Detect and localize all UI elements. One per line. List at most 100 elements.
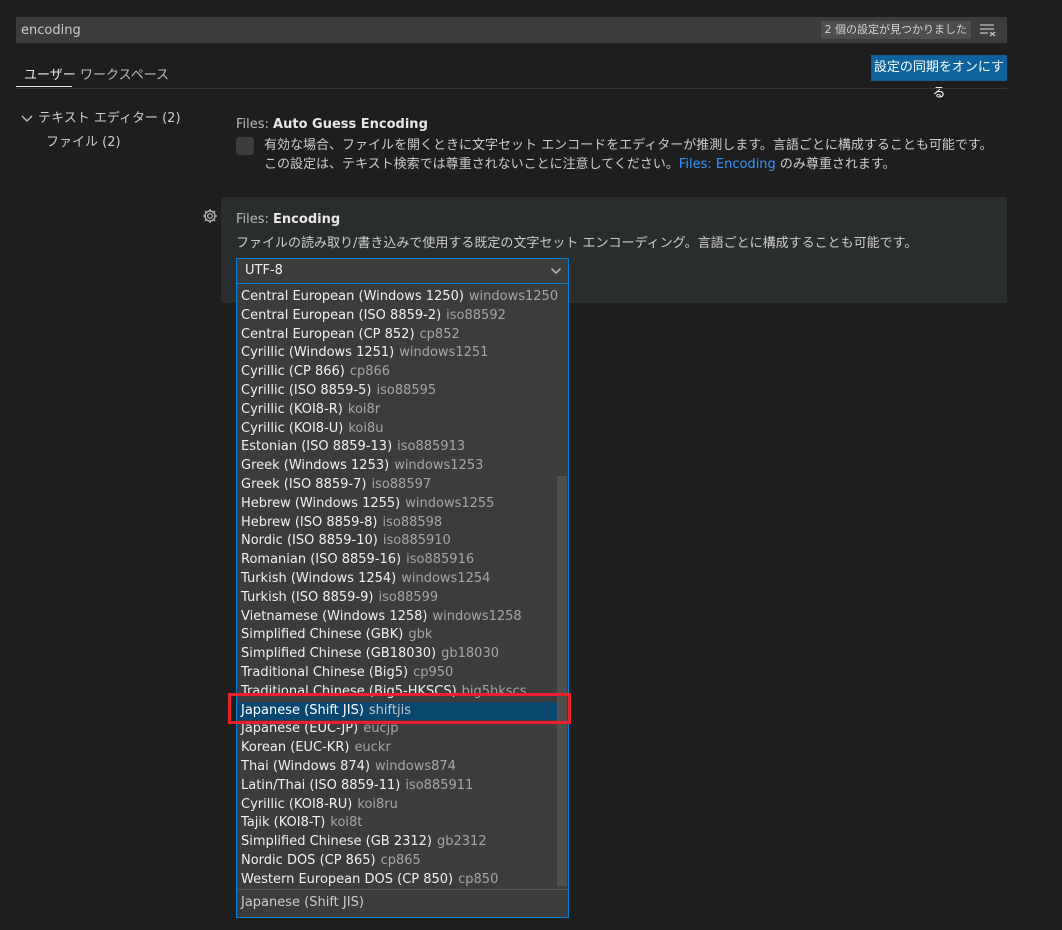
active-tab-indicator [16,86,72,87]
dropdown-option[interactable]: Western European DOS (CP 850) cp850 [237,871,559,889]
dropdown-option[interactable]: Romanian (ISO 8859-16) iso885916 [237,551,559,570]
dropdown-option[interactable]: Vietnamese (Windows 1258) windows1258 [237,608,559,627]
option-label: Central European (ISO 8859-2) [241,307,442,323]
option-alias: iso88592 [446,307,506,323]
option-label: Central European (CP 852) [241,326,415,342]
option-alias: koi8t [330,815,363,831]
dropdown-option[interactable]: Simplified Chinese (GBK) gbk [237,626,559,645]
dropdown-option[interactable]: Estonian (ISO 8859-13) iso885913 [237,438,559,457]
option-alias: iso885910 [382,533,451,549]
dropdown-option[interactable]: Cyrillic (CP 866) cp866 [237,363,559,382]
dropdown-option[interactable]: Simplified Chinese (GB 2312) gb2312 [237,833,559,852]
setting-category: Files: [236,212,274,227]
option-alias: big5hkscs [461,683,527,699]
option-alias: windows1253 [394,458,484,474]
option-label: Traditional Chinese (Big5) [241,665,409,680]
option-label: Japanese (Shift JIS) [241,702,364,718]
option-label: Cyrillic (KOI8-RU) [241,796,353,812]
option-label: Cyrillic (Windows 1251) [241,345,395,361]
dropdown-option[interactable]: Thai (Windows 874) windows874 [237,758,559,777]
encoding-select[interactable]: UTF-8 [236,258,569,284]
option-label: Cyrillic (ISO 8859-5) [241,383,372,398]
turn-on-settings-sync-button[interactable]: 設定の同期をオンにする [871,55,1007,101]
option-alias: iso88599 [378,589,439,605]
setting-category: Files: [236,117,274,132]
dropdown-option[interactable]: Nordic (ISO 8859-10) iso885910 [237,532,559,551]
tab-user[interactable]: ユーザー [24,64,76,83]
option-label: Western European DOS (CP 850) [241,871,454,887]
dropdown-option[interactable]: Cyrillic (ISO 8859-5) iso88595 [237,382,559,401]
option-alias: koi8ru [357,796,398,812]
dropdown-option[interactable]: Traditional Chinese (Big5-HKSCS) big5hksc… [237,683,559,702]
dropdown-option[interactable]: Central European (CP 852) cp852 [237,326,559,345]
dropdown-option[interactable]: Japanese (EUC-JP) eucjp [237,720,559,739]
dropdown-option[interactable]: Cyrillic (Windows 1251) windows1251 [237,344,559,363]
option-alias: shiftjis [368,702,411,718]
option-label: Romanian (ISO 8859-16) [241,552,402,568]
option-label: Nordic DOS (CP 865) [241,853,376,868]
dropdown-option[interactable]: Latin/Thai (ISO 8859-11) iso885911 [237,777,559,796]
option-alias: windows874 [375,759,456,774]
option-label: Simplified Chinese (GB 2312) [241,834,432,850]
dropdown-option[interactable]: Greek (ISO 8859-7) iso88597 [237,476,559,495]
toc-group-text-editor[interactable]: テキスト エディター (2) [20,107,181,126]
option-alias: gb18030 [441,646,499,662]
option-alias: windows1255 [405,495,495,511]
option-label: Traditional Chinese (Big5-HKSCS) [241,683,457,699]
option-alias: iso88598 [382,514,443,530]
option-alias: eucjp [363,721,399,737]
toc-group-label: テキスト エディター (2) [38,111,181,126]
dropdown-option[interactable]: Turkish (Windows 1254) windows1254 [237,570,559,589]
dropdown-option[interactable]: Hebrew (Windows 1255) windows1255 [237,495,559,514]
dropdown-option[interactable]: Cyrillic (KOI8-U) koi8u [237,420,559,439]
option-alias: windows1258 [432,608,522,624]
option-label: Korean (EUC-KR) [241,740,350,756]
encoding-select-value: UTF-8 [245,263,283,278]
option-label: Greek (Windows 1253) [241,458,390,474]
chevron-down-icon [550,265,562,281]
dropdown-option[interactable]: Hebrew (ISO 8859-8) iso88598 [237,514,559,533]
gear-icon[interactable] [202,208,218,224]
dropdown-option[interactable]: Korean (EUC-KR) euckr [237,739,559,758]
option-alias: gbk [408,627,433,643]
setting-title-encoding: Files: Encoding [236,212,340,227]
option-alias: cp852 [419,326,460,342]
dropdown-option[interactable]: Tajik (KOI8-T) koi8t [237,814,559,833]
option-label: Tajik (KOI8-T) [241,815,326,831]
dropdown-option[interactable]: Greek (Windows 1253) windows1253 [237,457,559,476]
option-alias: koi8u [348,420,384,436]
setting-name: Auto Guess Encoding [273,117,428,132]
dropdown-scrollbar-thumb[interactable] [557,476,567,886]
files-encoding-link[interactable]: Files: Encoding [679,157,776,172]
option-alias: iso88597 [371,477,432,492]
option-label: Greek (ISO 8859-7) [241,477,367,492]
toc-item-files[interactable]: ファイル (2) [46,131,121,150]
option-label: Hebrew (Windows 1255) [241,495,401,511]
option-alias: iso88595 [376,383,437,398]
search-input[interactable] [16,17,826,43]
option-label: Thai (Windows 874) [241,759,371,774]
dropdown-option[interactable]: Japanese (Shift JIS) shiftjis [237,701,559,721]
settings-search-bar: 2 個の設定が見つかりました [16,17,1007,43]
dropdown-option[interactable]: Cyrillic (KOI8-RU) koi8ru [237,796,559,815]
tab-workspace[interactable]: ワークスペース [80,64,169,83]
dropdown-description-footer: Japanese (Shift JIS) [237,889,568,917]
option-label: Estonian (ISO 8859-13) [241,439,393,455]
option-alias: windows1251 [399,345,489,361]
dropdown-option[interactable]: Central European (Windows 1250) windows12… [237,288,559,307]
option-label: Simplified Chinese (GBK) [241,627,404,643]
dropdown-option[interactable]: Nordic DOS (CP 865) cp865 [237,852,559,871]
dropdown-option[interactable]: Cyrillic (KOI8-R) koi8r [237,401,559,420]
clear-filter-icon[interactable] [979,23,997,37]
encoding-dropdown-list: Central European (Windows 1250) windows12… [236,284,569,918]
dropdown-option[interactable]: Simplified Chinese (GB18030) gb18030 [237,645,559,664]
dropdown-option[interactable]: Turkish (ISO 8859-9) iso88599 [237,589,559,608]
option-label: Japanese (EUC-JP) [241,721,359,737]
setting-description-auto-guess-encoding: 有効な場合、ファイルを開くときに文字セット エンコードをエディターが推測します。… [264,136,994,174]
dropdown-option[interactable]: Traditional Chinese (Big5) cp950 [237,664,559,683]
option-alias: iso885916 [406,552,475,568]
setting-name: Encoding [273,212,341,227]
auto-guess-encoding-checkbox[interactable] [236,137,254,155]
option-label: Cyrillic (KOI8-R) [241,401,343,417]
dropdown-option[interactable]: Central European (ISO 8859-2) iso88592 [237,307,559,326]
